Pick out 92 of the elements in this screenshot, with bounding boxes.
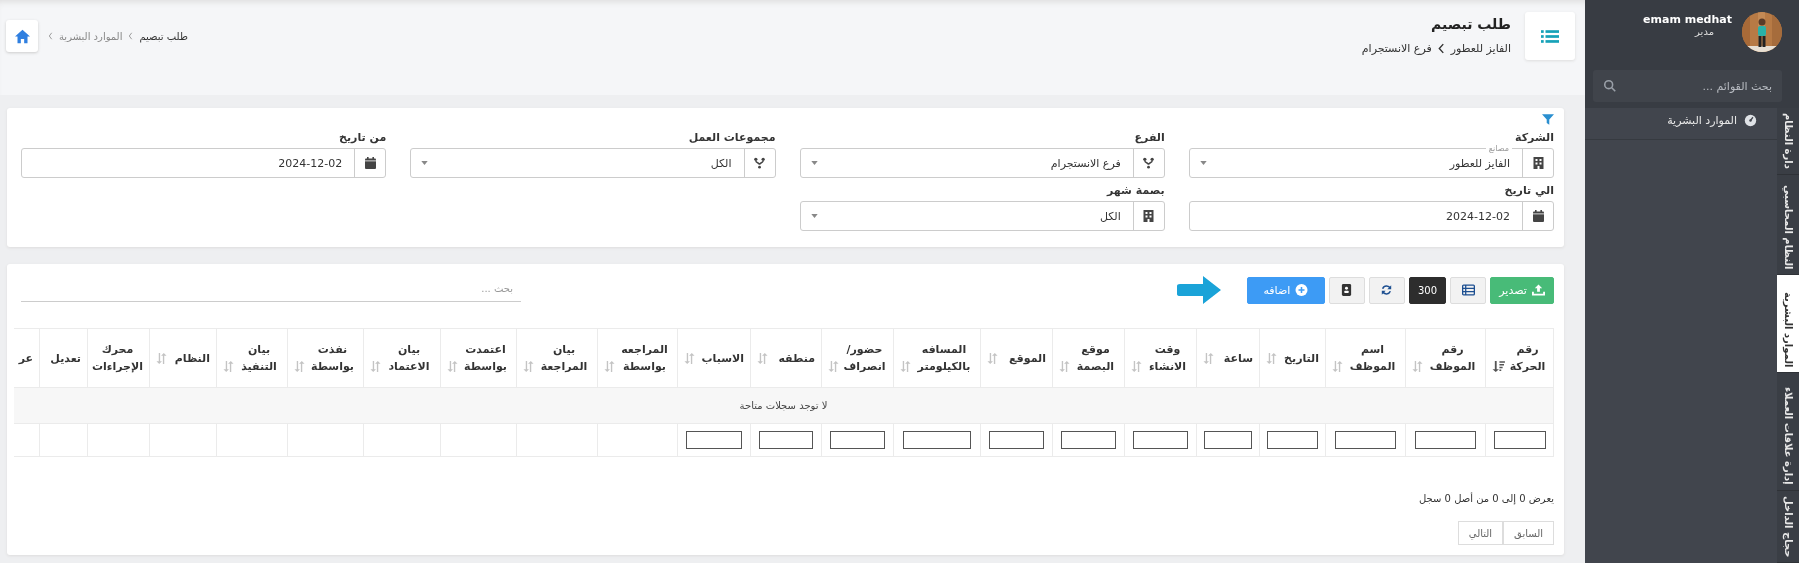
- pointer-arrow: [1174, 274, 1223, 306]
- contact-book-icon: [1340, 284, 1354, 296]
- menu-button[interactable]: [1525, 12, 1575, 60]
- columns-button[interactable]: [1450, 276, 1486, 304]
- page-size-button[interactable]: 300: [1408, 276, 1446, 304]
- column-filter-field[interactable]: [1267, 431, 1318, 449]
- select-field[interactable]: الكل: [410, 148, 776, 178]
- caret-icon: [1199, 161, 1207, 165]
- menu-item[interactable]: الموارد البشرية: [1585, 108, 1777, 140]
- column-header: عر: [14, 328, 40, 388]
- column-header[interactable]: وقت الانشاء: [1124, 328, 1197, 388]
- calendar-icon: [1532, 210, 1544, 222]
- chevron-icon: [48, 32, 53, 40]
- field-label: مجموعات العمل: [687, 131, 776, 144]
- column-header: تعديل: [39, 328, 88, 388]
- list-icon: [1461, 284, 1475, 296]
- upload-icon: [1531, 284, 1545, 296]
- select-field[interactable]: فرع الانستجرام: [799, 148, 1165, 178]
- column-header[interactable]: منطقه: [750, 328, 822, 388]
- contact-button[interactable]: [1328, 276, 1365, 304]
- column-header[interactable]: ساعة: [1196, 328, 1260, 388]
- building-icon: [1532, 157, 1544, 169]
- menu-search-field[interactable]: بحث القوائم ...: [1593, 70, 1782, 102]
- column-filter-field[interactable]: [1204, 431, 1252, 449]
- module-tab[interactable]: الموارد البشرية: [1777, 275, 1799, 374]
- fork-icon: [754, 157, 765, 169]
- path-text: الفايز للعطور: [1450, 42, 1511, 55]
- path-text: فرع الانستجرام: [1361, 42, 1432, 55]
- date-field[interactable]: 2024-12-02: [21, 148, 387, 178]
- field-label: من تاريخ: [338, 131, 387, 144]
- column-filter-field[interactable]: [988, 431, 1045, 449]
- user-role: مدير: [1695, 26, 1714, 37]
- column-header[interactable]: بيان المراجعة: [516, 328, 598, 388]
- field-label: بصمة شهر: [1105, 184, 1165, 197]
- filter-icon: [1542, 114, 1554, 125]
- module-tab[interactable]: دارة النظام: [1777, 108, 1799, 176]
- field-label: الي تاريخ: [1503, 184, 1554, 197]
- home-icon: [13, 28, 31, 44]
- caret-icon: [810, 161, 818, 165]
- home-button[interactable]: [6, 20, 38, 52]
- column-header[interactable]: المسافه بالكيلومتر: [893, 328, 981, 388]
- column-filter-field[interactable]: [903, 431, 971, 449]
- refresh-button[interactable]: [1368, 276, 1405, 304]
- floating-label: مصانع: [1485, 143, 1512, 155]
- chevron-icon: [128, 32, 134, 40]
- empty-message: لا توجد سجلات متاحة: [739, 400, 828, 411]
- field-label: الفرع: [1133, 131, 1165, 144]
- column-filter-field[interactable]: [1132, 431, 1189, 449]
- date-field[interactable]: 2024-12-02: [1188, 201, 1554, 231]
- caret-icon: [810, 214, 818, 218]
- column-header[interactable]: بيان الاعتماد: [363, 328, 441, 388]
- menu-icon: [1541, 28, 1559, 44]
- column-filter-field[interactable]: [758, 431, 814, 449]
- column-filter-field[interactable]: [1060, 431, 1117, 449]
- module-tab[interactable]: حجاج الداخل: [1777, 490, 1799, 563]
- column-header[interactable]: موقع البصمة: [1052, 328, 1125, 388]
- column-header[interactable]: التاريخ: [1259, 328, 1326, 388]
- column-header[interactable]: رقم الموظف: [1405, 328, 1486, 388]
- search-icon: [1603, 79, 1617, 93]
- user-name: emam medhat: [1643, 13, 1732, 26]
- chevron-icon: [1437, 43, 1445, 54]
- column-filter-field[interactable]: [686, 431, 742, 449]
- column-filter-field[interactable]: [1414, 431, 1477, 449]
- pagination-button[interactable]: السابق: [1503, 521, 1554, 545]
- column-header[interactable]: بيان التنفيذ: [216, 328, 288, 388]
- pagination-button[interactable]: التالي: [1457, 521, 1504, 545]
- column-filter-field[interactable]: [829, 431, 886, 449]
- module-tab[interactable]: إدارة علاقات العملاء: [1777, 373, 1799, 491]
- column-filter-field[interactable]: [1493, 431, 1546, 449]
- refresh-icon: [1380, 284, 1394, 296]
- column-header[interactable]: الاسباب: [677, 328, 751, 388]
- page-title: طلب تبصيم: [1429, 16, 1511, 32]
- plus-circle-icon: [1295, 284, 1309, 296]
- search-field[interactable]: بحث ...: [21, 276, 521, 302]
- caret-icon: [421, 161, 429, 165]
- column-filter-field[interactable]: [1334, 431, 1397, 449]
- dashboard-icon: [1744, 114, 1757, 127]
- column-header[interactable]: نفذت بواسطة: [287, 328, 364, 388]
- column-header: محرك الإجراءات: [87, 328, 150, 388]
- column-header[interactable]: الموقع: [980, 328, 1053, 388]
- select-field[interactable]: الكل: [799, 201, 1165, 231]
- calendar-icon: [364, 157, 376, 169]
- fork-icon: [1143, 157, 1155, 169]
- column-header[interactable]: رقم الحركة: [1485, 328, 1554, 388]
- column-header[interactable]: المراجعه بواسطة: [597, 328, 678, 388]
- column-header[interactable]: النظام: [149, 328, 217, 388]
- column-header[interactable]: اسم الموظف: [1325, 328, 1406, 388]
- field-label: الشركة: [1514, 131, 1554, 144]
- building-icon: [1143, 210, 1155, 222]
- column-header[interactable]: اعتمدت بواسطة: [440, 328, 517, 388]
- column-header[interactable]: حضور/ انصراف: [821, 328, 894, 388]
- records-info: يعرض 0 إلى 0 من أصل 0 سجل: [1419, 493, 1554, 504]
